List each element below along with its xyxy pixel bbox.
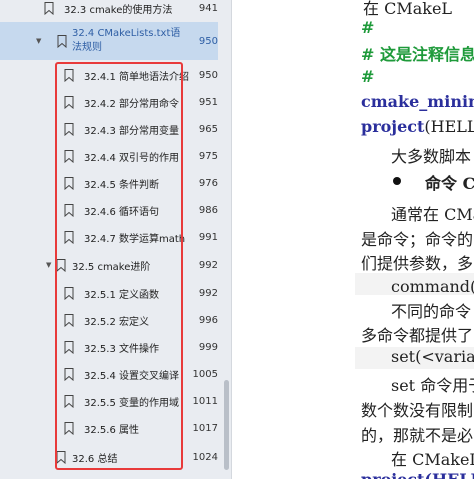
bookmark-item[interactable]: 32.5.5 变量的作用域 1011 — [0, 388, 218, 414]
bookmark-page-number: 976 — [198, 177, 218, 189]
scrollbar-thumb[interactable] — [224, 380, 229, 470]
bookmark-item[interactable]: 32.4.6 循环语句 986 — [0, 197, 218, 223]
doc-text: 数个数没有限制 — [361, 401, 474, 420]
doc-comment: # 这是注释信息 — [361, 45, 474, 64]
bookmark-label: 32.4.3 部分常用变量 — [84, 125, 179, 137]
bookmark-item[interactable]: 32.4.7 数学运算math 991 — [0, 224, 218, 250]
bookmark-page-number: 999 — [198, 341, 218, 353]
bookmark-page-number: 986 — [198, 204, 218, 216]
bookmark-label: 32.5.6 属性 — [84, 424, 139, 436]
doc-code: project(HELLO) — [361, 470, 474, 479]
bookmark-page-number: 941 — [198, 2, 218, 14]
bookmark-icon — [64, 340, 74, 354]
bookmark-icon — [64, 176, 74, 190]
bookmark-item[interactable]: 32.5.6 属性 1017 — [0, 415, 218, 441]
bookmark-item[interactable]: ▼ 32.4 CMakeLists.txt语法规则 950 — [0, 22, 218, 60]
bookmark-label: 32.4 CMakeLists.txt语法规则 — [72, 28, 181, 53]
bookmark-item[interactable]: 32.5.2 宏定义 996 — [0, 307, 218, 333]
bookmark-item[interactable]: 32.4.5 条件判断 976 — [0, 170, 218, 196]
bookmark-item[interactable]: 32.3 cmake的使用方法 941 — [0, 0, 218, 18]
bookmark-page-number: 1024 — [192, 451, 218, 463]
bookmark-item[interactable]: 32.5.1 定义函数 992 — [0, 280, 218, 306]
doc-code: (HELLO) — [424, 117, 474, 136]
doc-text: 大多数脚本 — [391, 147, 472, 166]
bookmark-label: 32.4.1 简单地语法介绍 — [84, 71, 189, 83]
caret-down-icon[interactable]: ▼ — [46, 261, 51, 269]
bookmark-label: 32.5.5 变量的作用域 — [84, 397, 179, 409]
doc-comment: # — [361, 67, 375, 86]
doc-text: 在 CMakeL — [391, 450, 474, 469]
bullet-icon — [393, 177, 401, 185]
doc-text: set 命令用于 — [391, 376, 474, 395]
bookmark-page-number: 1011 — [192, 395, 218, 407]
bookmark-page-number: 951 — [198, 96, 218, 108]
bookmark-icon — [56, 450, 66, 464]
bookmark-icon — [64, 367, 74, 381]
doc-text: 多命令都提供了 — [361, 326, 474, 345]
bookmark-page-number: 991 — [198, 231, 218, 243]
bookmark-icon — [57, 34, 67, 48]
doc-text: 是命令；命令的 — [361, 230, 474, 249]
bookmark-icon — [64, 68, 74, 82]
bookmark-page-number: 975 — [198, 150, 218, 162]
bookmark-item[interactable]: 32.4.2 部分常用命令 951 — [0, 89, 218, 115]
document-page: 在 CMakeL # # 这是注释信息 # cmake_minimum proj… — [233, 0, 474, 479]
bookmark-item[interactable]: 32.4.3 部分常用变量 965 — [0, 116, 218, 142]
bookmark-page-number: 950 — [198, 69, 218, 81]
bookmark-icon — [64, 230, 74, 244]
doc-code: cmake_minimum — [361, 92, 474, 111]
bookmark-label: 32.5.4 设置交叉编译 — [84, 370, 179, 382]
bookmark-item[interactable]: 32.6 总结 1024 — [0, 444, 218, 470]
caret-down-icon[interactable]: ▼ — [36, 37, 41, 45]
bookmark-label: 32.6 总结 — [72, 453, 118, 465]
bookmark-label: 32.4.5 条件判断 — [84, 179, 159, 191]
bookmark-page-number: 950 — [198, 35, 218, 47]
bookmark-item[interactable]: 32.5.3 文件操作 999 — [0, 334, 218, 360]
bookmark-page-number: 992 — [198, 259, 218, 271]
bookmark-page-number: 992 — [198, 287, 218, 299]
doc-text: 通常在 CMa — [391, 205, 474, 224]
bookmark-label: 32.4.7 数学运算math — [84, 233, 186, 245]
bookmark-icon — [64, 421, 74, 435]
bookmark-item[interactable]: 32.4.4 双引号的作用 975 — [0, 143, 218, 169]
bookmark-label: 32.5 cmake进阶 — [72, 261, 151, 273]
bookmark-label: 32.4.4 双引号的作用 — [84, 152, 179, 164]
doc-code-keyword: project — [361, 117, 425, 136]
bookmark-icon — [64, 95, 74, 109]
bookmark-page-number: 1005 — [192, 368, 218, 380]
bookmark-icon — [64, 394, 74, 408]
doc-code: set(<variable — [391, 347, 474, 366]
bookmark-item[interactable]: 32.4.1 简单地语法介绍 950 — [0, 62, 218, 88]
doc-text: 的，那就不是必 — [361, 426, 474, 445]
bookmark-label: 32.3 cmake的使用方法 — [64, 4, 173, 16]
bookmark-item[interactable]: 32.5.4 设置交叉编译 1005 — [0, 361, 218, 387]
bookmark-label: 32.4.2 部分常用命令 — [84, 98, 179, 110]
doc-text: 在 CMakeL — [363, 0, 453, 18]
bookmark-panel: 32.3 cmake的使用方法 941 ▼ 32.4 CMakeLists.txt语法… — [0, 0, 232, 479]
bookmark-page-number: 965 — [198, 123, 218, 135]
bookmark-icon — [64, 286, 74, 300]
doc-heading: 命令 C — [425, 174, 474, 193]
bookmark-icon — [56, 258, 66, 272]
bookmark-label: 32.5.1 定义函数 — [84, 289, 159, 301]
bookmark-icon — [64, 122, 74, 136]
bookmark-label: 32.5.3 文件操作 — [84, 343, 159, 355]
bookmark-label: 32.5.2 宏定义 — [84, 316, 149, 328]
bookmark-scrollbar[interactable] — [222, 0, 231, 479]
bookmark-page-number: 996 — [198, 314, 218, 326]
doc-comment: # — [361, 18, 375, 37]
bookmark-item[interactable]: ▼ 32.5 cmake进阶 992 — [0, 252, 218, 278]
doc-code: command(参 — [391, 277, 474, 296]
doc-text: 不同的命令 — [391, 302, 472, 321]
bookmark-icon — [64, 203, 74, 217]
bookmark-label: 32.4.6 循环语句 — [84, 206, 159, 218]
bookmark-icon — [44, 1, 54, 15]
doc-text: 们提供参数，多 — [361, 254, 474, 273]
bookmark-icon — [64, 149, 74, 163]
bookmark-icon — [64, 313, 74, 327]
bookmark-page-number: 1017 — [192, 422, 218, 434]
